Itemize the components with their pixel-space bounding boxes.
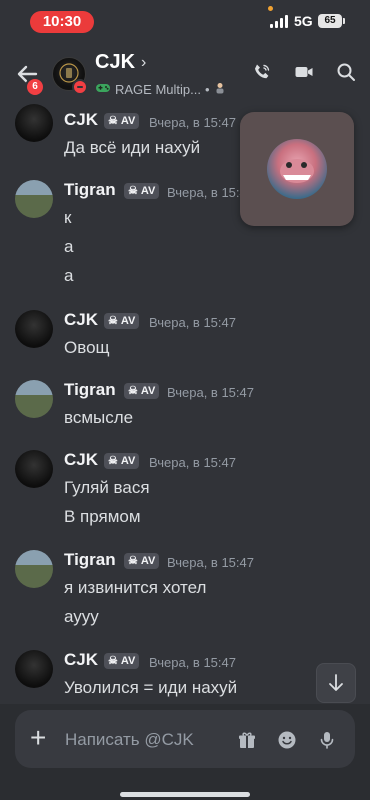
server-tag-label: AV xyxy=(140,385,156,397)
voice-call-icon[interactable] xyxy=(252,62,272,82)
avatar[interactable] xyxy=(15,450,53,488)
emoji-icon[interactable] xyxy=(277,730,297,750)
message-author[interactable]: CJK xyxy=(64,650,98,670)
skull-icon: ☠ xyxy=(128,555,138,567)
avatar xyxy=(267,139,327,199)
message-text: я извинится хотел xyxy=(64,578,207,597)
cell-signal-icon xyxy=(270,15,288,28)
server-tag-label: AV xyxy=(140,555,156,567)
message-author[interactable]: CJK xyxy=(64,110,98,130)
network-type: 5G xyxy=(294,13,313,29)
skull-icon: ☠ xyxy=(128,385,138,397)
server-tag[interactable]: ☠ AV xyxy=(124,383,160,399)
server-tag-label: AV xyxy=(140,185,156,197)
message-text: аууу xyxy=(64,607,99,626)
message-timestamp: Вчера, в 15:47 xyxy=(167,555,254,570)
avatar[interactable] xyxy=(15,104,53,142)
message-input-placeholder[interactable]: Написать @CJK xyxy=(65,730,194,750)
avatar[interactable] xyxy=(15,310,53,348)
skull-icon: ☠ xyxy=(128,185,138,197)
message-author[interactable]: CJK xyxy=(64,450,98,470)
message: CJK ☠ AV Вчера, в 15:47 Овощ xyxy=(0,304,370,364)
server-tag-label: AV xyxy=(120,315,136,327)
skull-icon: ☠ xyxy=(108,655,118,667)
activity-text: RAGE Multip... xyxy=(115,82,201,97)
message-text: а xyxy=(64,266,74,285)
server-tag[interactable]: ☠ AV xyxy=(104,313,140,329)
server-tag[interactable]: ☠ AV xyxy=(124,553,160,569)
skull-icon: ☠ xyxy=(108,455,118,467)
page-title[interactable]: CJK xyxy=(95,51,135,74)
message-author[interactable]: Tigran xyxy=(64,180,116,200)
search-icon[interactable] xyxy=(336,62,356,82)
composer-actions xyxy=(237,730,337,750)
avatar[interactable] xyxy=(15,180,53,218)
message-text: В прямом xyxy=(64,507,141,526)
video-call-icon[interactable] xyxy=(294,62,314,82)
chevron-right-icon[interactable]: › xyxy=(141,54,146,72)
message-input[interactable]: + Написать @CJK xyxy=(15,710,355,768)
server-tag-label: AV xyxy=(120,115,136,127)
avatar[interactable] xyxy=(15,650,53,688)
message-composer: + Написать @CJK xyxy=(0,704,370,800)
message-author[interactable]: CJK xyxy=(64,310,98,330)
avatar[interactable] xyxy=(15,380,53,418)
skull-icon: ☠ xyxy=(108,115,118,127)
channel-header: 6 CJK › RAGE Multip... • xyxy=(0,44,370,104)
message-text: всмысле xyxy=(64,408,134,427)
message-timestamp: Вчера, в 15:47 xyxy=(149,315,236,330)
message: Tigran ☠ AV Вчера, в 15:47 всмысле xyxy=(0,374,370,434)
gift-icon[interactable] xyxy=(237,730,257,750)
subtitle-separator: • xyxy=(204,82,210,97)
privacy-indicator-dot xyxy=(268,6,273,11)
status-bar: 10:30 5G 65 xyxy=(0,0,370,44)
message-author[interactable]: Tigran xyxy=(64,380,116,400)
pip-call-tile[interactable] xyxy=(240,112,354,226)
message-text: Овощ xyxy=(64,338,110,357)
status-time: 10:30 xyxy=(30,11,94,33)
message-text: Уволился = иди нахуй xyxy=(64,678,238,697)
dnd-status-icon xyxy=(72,79,88,95)
plus-icon[interactable]: + xyxy=(30,724,46,752)
person-icon xyxy=(214,82,226,97)
message-author[interactable]: Tigran xyxy=(64,550,116,570)
message: CJK ☠ AV Вчера, в 15:47 Гуляй вася В прям… xyxy=(0,444,370,534)
skull-icon: ☠ xyxy=(108,315,118,327)
gamepad-icon xyxy=(95,82,111,97)
server-tag[interactable]: ☠ AV xyxy=(124,183,160,199)
server-tag[interactable]: ☠ AV xyxy=(104,653,140,669)
unread-badge: 6 xyxy=(25,77,45,97)
microphone-icon[interactable] xyxy=(317,730,337,750)
jump-to-latest-button[interactable] xyxy=(316,663,356,703)
message: Tigran ☠ AV Вчера, в 15:47 я извинится хо… xyxy=(0,544,370,634)
header-actions xyxy=(252,62,356,82)
message-timestamp: Вчера, в 15:47 xyxy=(149,455,236,470)
activity-status: RAGE Multip... • xyxy=(95,82,226,97)
home-indicator[interactable] xyxy=(120,792,250,797)
server-tag[interactable]: ☠ AV xyxy=(104,113,140,129)
server-tag[interactable]: ☠ AV xyxy=(104,453,140,469)
message-timestamp: Вчера, в 15:47 xyxy=(149,655,236,670)
message-text: Гуляй вася xyxy=(64,478,150,497)
server-tag-label: AV xyxy=(120,655,136,667)
message-text: к xyxy=(64,208,72,227)
server-tag-label: AV xyxy=(120,455,136,467)
battery-icon: 65 xyxy=(318,14,345,28)
message-timestamp: Вчера, в 15:47 xyxy=(167,385,254,400)
message-text: а xyxy=(64,237,74,256)
message: CJK ☠ AV Вчера, в 15:47 Уволился = иди на… xyxy=(0,644,370,704)
message-text: Да всё иди нахуй xyxy=(64,138,201,157)
avatar[interactable] xyxy=(15,550,53,588)
message-timestamp: Вчера, в 15:47 xyxy=(149,115,236,130)
